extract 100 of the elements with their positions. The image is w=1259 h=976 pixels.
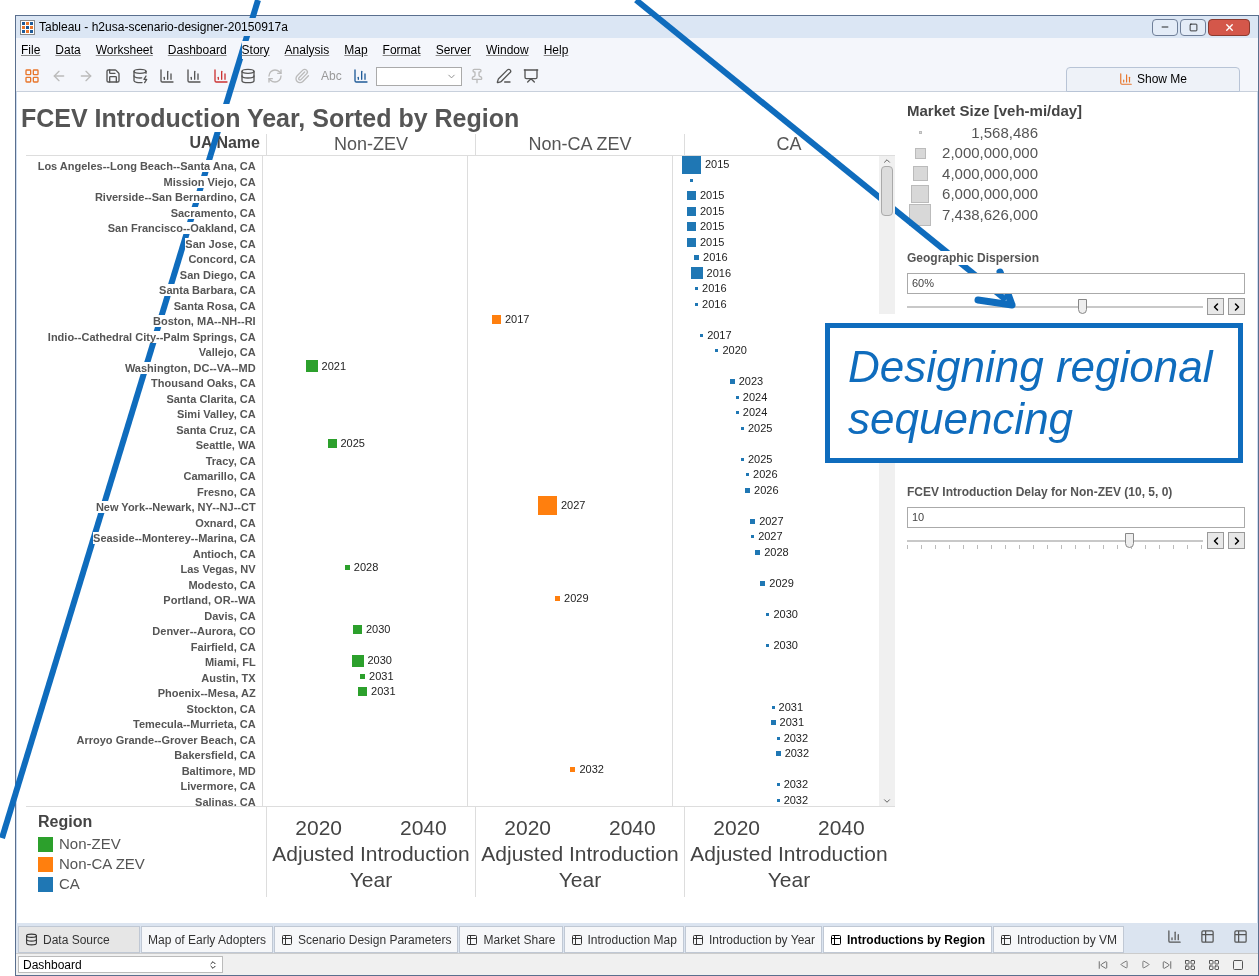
year-label: 2025 xyxy=(747,420,773,436)
row-label: New York--Newark, NY--NJ--CT xyxy=(95,501,256,513)
grid-view-icon[interactable] xyxy=(1184,958,1196,971)
sheet-tab[interactable]: Market Share xyxy=(459,926,563,953)
sheet-tab[interactable]: Map of Early Adopters xyxy=(141,926,274,953)
row-label: Phoenix--Mesa, AZ xyxy=(157,687,256,699)
year-label: 2016 xyxy=(706,265,731,281)
row-label: Tracy, CA xyxy=(205,454,256,467)
axis-title: Adjusted Introduction Year xyxy=(271,841,471,893)
row-label: Sacramento, CA xyxy=(170,206,256,219)
year-label: 2017 xyxy=(707,327,732,343)
sheet-tab[interactable]: Scenario Design Parameters xyxy=(274,926,459,953)
next-page-icon[interactable] xyxy=(1141,960,1150,969)
row-label: Portland, OR--WA xyxy=(163,594,256,606)
sheet-tab[interactable]: Introduction by VM xyxy=(992,926,1125,953)
sheet-tab[interactable]: Introductions by Region xyxy=(822,926,992,953)
scrollbar[interactable] xyxy=(879,156,895,314)
row-label: Mission Viejo, CA xyxy=(163,175,256,188)
slider-track[interactable] xyxy=(907,532,1203,549)
axis-tick-label: 2040 xyxy=(818,815,865,841)
year-label: 2015 xyxy=(699,234,725,250)
first-page-icon[interactable] xyxy=(1098,959,1108,970)
row-label: Riverside--San Bernardino, CA xyxy=(94,191,256,203)
slider-track[interactable] xyxy=(907,298,1203,315)
row-label: Fresno, CA xyxy=(196,485,256,498)
scroll-down-icon[interactable] xyxy=(882,796,893,806)
row-label: Livermore, CA xyxy=(180,780,256,792)
year-label: 2032 xyxy=(784,746,810,762)
save-icon[interactable] xyxy=(105,68,121,84)
legend-title: Region xyxy=(38,812,94,832)
row-label: Bakersfield, CA xyxy=(174,749,256,761)
year-label: 2030 xyxy=(367,653,392,669)
slider-thumb[interactable] xyxy=(1125,532,1134,548)
maximize-button[interactable] xyxy=(1180,18,1206,36)
pane-header: Non-CA ZEV xyxy=(475,134,684,155)
row-label: San Francisco--Oakland, CA xyxy=(107,222,256,234)
scroll-up-icon[interactable] xyxy=(882,156,893,166)
row-label: Miami, FL xyxy=(204,656,256,668)
year-label: 2030 xyxy=(366,622,391,638)
row-label: Las Vegas, NV xyxy=(180,563,256,575)
year-label: 2020 xyxy=(722,343,747,359)
fit-dropdown[interactable] xyxy=(375,66,462,86)
last-page-icon[interactable] xyxy=(1162,959,1172,970)
menu-item[interactable]: Story xyxy=(241,40,270,59)
row-label: Boston, MA--NH--RI xyxy=(153,315,256,327)
dashboard-title: FCEV Introduction Year, Sorted by Region xyxy=(21,104,520,132)
previous-page-icon[interactable] xyxy=(1120,960,1129,969)
minimize-button[interactable] xyxy=(1152,18,1178,36)
row-label: Santa Cruz, CA xyxy=(176,423,256,436)
pen-icon[interactable] xyxy=(495,68,512,84)
step-back-button[interactable] xyxy=(1207,298,1224,315)
year-label: 2029 xyxy=(769,575,794,591)
table-icon xyxy=(691,933,704,946)
row-label: San Diego, CA xyxy=(179,268,256,281)
app-logo-icon xyxy=(20,19,35,35)
tile-view-icon[interactable] xyxy=(1208,958,1220,971)
parameter-field[interactable]: 10 xyxy=(907,507,1245,528)
axis-title: Adjusted Introduction Year xyxy=(480,841,680,893)
row-label: Fairfield, CA xyxy=(190,640,256,653)
pane-header: Non-ZEV xyxy=(266,134,475,155)
single-view-icon[interactable] xyxy=(1232,958,1244,971)
year-label: 2026 xyxy=(753,467,778,483)
axis-tick-label: 2020 xyxy=(713,815,760,841)
row-label: Washington, DC--VA--MD xyxy=(124,361,256,374)
view-dropdown[interactable]: Dashboard xyxy=(18,956,223,973)
chart-type-icon[interactable] xyxy=(352,68,369,84)
sheet-tab[interactable]: Data Source xyxy=(18,926,140,953)
step-back-button[interactable] xyxy=(1207,532,1224,549)
year-label: 2031 xyxy=(369,668,394,684)
parameter-field[interactable]: 60% xyxy=(907,273,1245,294)
slider-thumb[interactable] xyxy=(1077,298,1087,314)
show-me-button[interactable]: Show Me xyxy=(1066,66,1240,92)
row-label: Los Angeles--Long Beach--Santa Ana, CA xyxy=(37,160,256,172)
year-label: 2024 xyxy=(742,405,768,421)
data-icon[interactable] xyxy=(240,68,256,84)
close-icon xyxy=(1223,21,1235,33)
legend-label: 2,000,000,000 xyxy=(941,143,1038,163)
scroll-thumb[interactable] xyxy=(881,166,894,216)
axis-tick-label: 2040 xyxy=(400,815,447,841)
year-label: 2032 xyxy=(783,730,809,746)
pane-header: CA xyxy=(684,134,893,155)
presentation-icon[interactable] xyxy=(522,68,539,84)
legend-title: Market Size [veh-mi/day] xyxy=(907,101,1084,121)
table-icon xyxy=(570,933,583,946)
window-title: Tableau - h2usa-scenario-designer-20150917a xyxy=(39,18,288,36)
close-button[interactable] xyxy=(1208,18,1250,36)
column-header: UA Name xyxy=(188,133,261,153)
sheet-tab[interactable]: Introduction Map xyxy=(563,926,684,953)
row-label: Arroyo Grande--Grover Beach, CA xyxy=(76,733,256,746)
step-forward-button[interactable] xyxy=(1228,532,1245,549)
step-forward-button[interactable] xyxy=(1228,298,1245,315)
sheet-tab[interactable]: Introduction by Year xyxy=(684,926,822,953)
year-label: 2031 xyxy=(371,684,396,700)
year-label: 2023 xyxy=(738,374,764,390)
year-label: 2016 xyxy=(702,296,727,312)
row-label: Austin, TX xyxy=(201,671,256,684)
row-label: Denver--Aurora, CO xyxy=(152,625,256,637)
up-down-caret-icon xyxy=(208,959,218,970)
year-label: 2030 xyxy=(773,637,798,653)
scrollbar-track[interactable] xyxy=(879,460,895,806)
